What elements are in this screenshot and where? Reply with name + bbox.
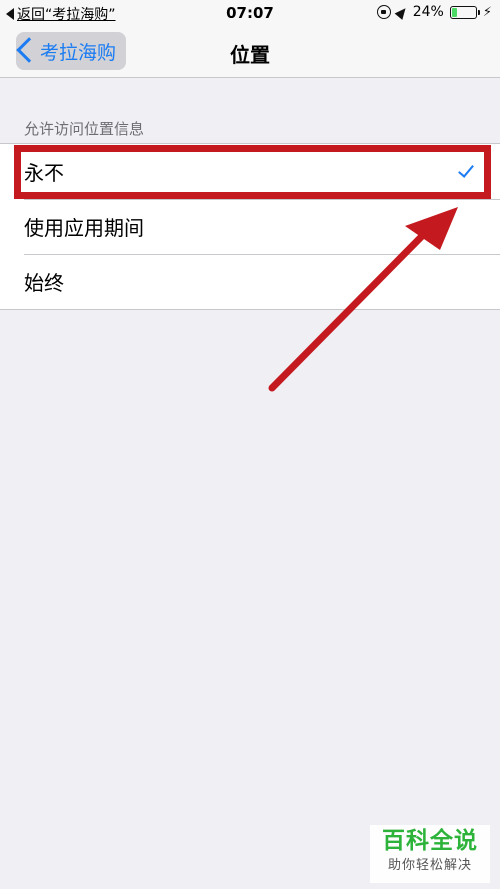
arrow-shaft (268, 226, 432, 392)
annotation-arrow (268, 207, 458, 392)
watermark-title: 百科全说 (382, 828, 478, 854)
watermark-logo: 百科全说 助你轻松解决 (370, 825, 490, 883)
watermark-subtitle: 助你轻松解决 (387, 858, 472, 873)
